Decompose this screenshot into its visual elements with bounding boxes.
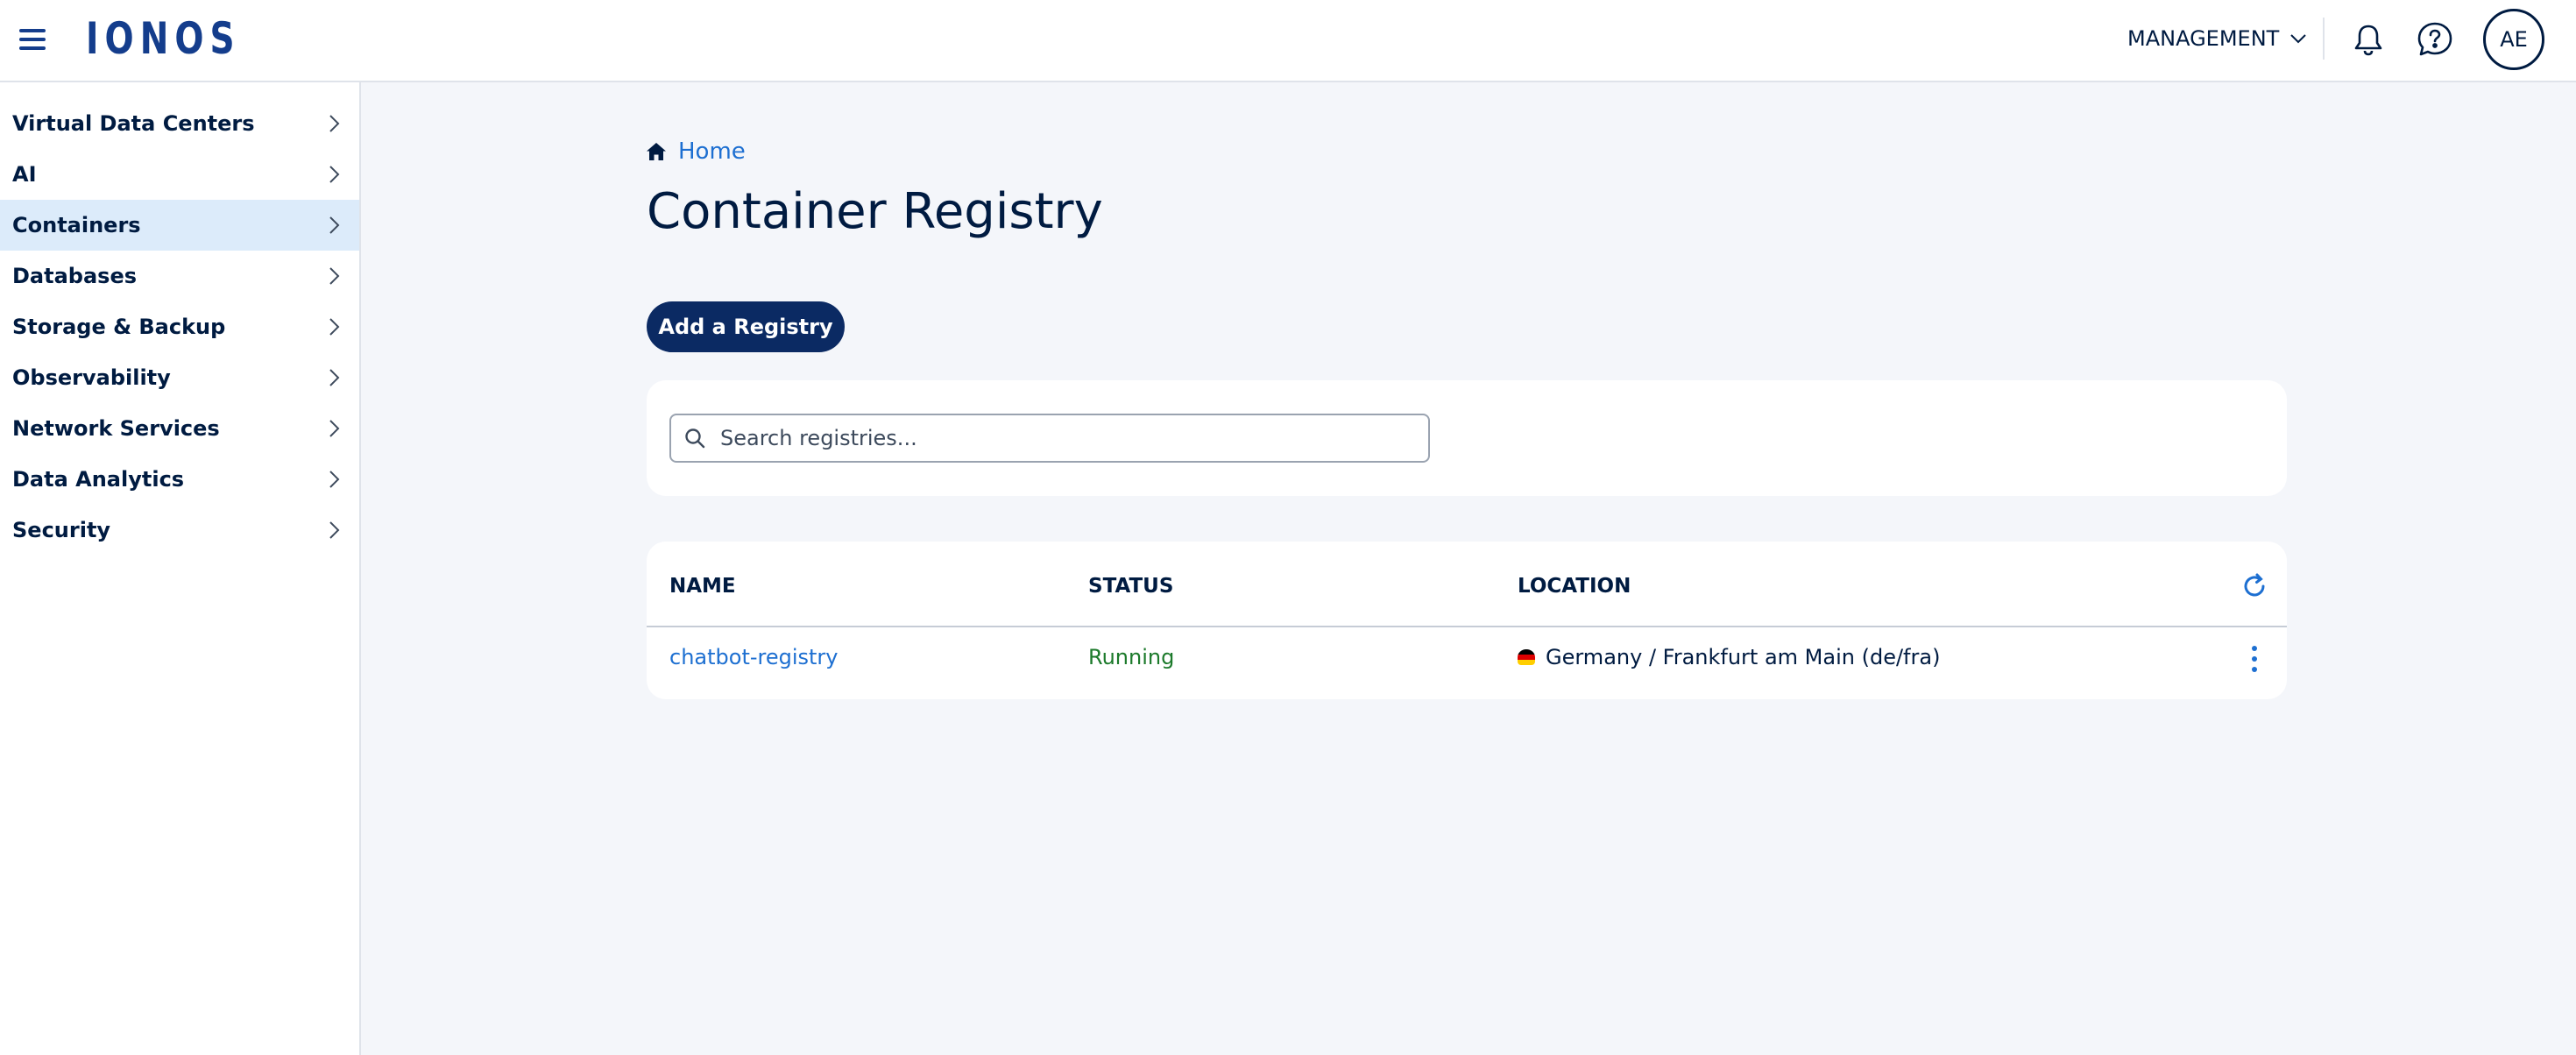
avatar[interactable]: AE bbox=[2483, 9, 2544, 70]
breadcrumb-home-link[interactable]: Home bbox=[678, 138, 746, 165]
location-cell: Germany / Frankfurt am Main (de/fra) bbox=[1518, 645, 1940, 669]
help-bubble-icon[interactable] bbox=[2415, 19, 2455, 60]
sidebar-item-ai[interactable]: AI bbox=[0, 149, 359, 200]
search-icon bbox=[685, 428, 705, 449]
search-field[interactable] bbox=[669, 414, 1430, 463]
sidebar-item-databases[interactable]: Databases bbox=[0, 251, 359, 301]
bell-icon[interactable] bbox=[2348, 19, 2388, 60]
sidebar-item-security[interactable]: Security bbox=[0, 505, 359, 556]
hamburger-icon[interactable] bbox=[19, 26, 46, 53]
registries-table: NAME STATUS LOCATION chatbot-registry Ru… bbox=[647, 542, 2287, 699]
search-input[interactable] bbox=[718, 425, 1402, 451]
add-registry-button[interactable]: Add a Registry bbox=[647, 301, 845, 352]
chevron-right-icon bbox=[329, 267, 340, 285]
chevron-right-icon bbox=[329, 521, 340, 539]
sidebar-item-label: AI bbox=[12, 162, 37, 187]
topbar-divider bbox=[2323, 18, 2325, 60]
sidebar-item-observability[interactable]: Observability bbox=[0, 352, 359, 403]
chevron-right-icon bbox=[329, 471, 340, 488]
sidebar-item-network-services[interactable]: Network Services bbox=[0, 403, 359, 454]
germany-flag-icon bbox=[1518, 649, 1535, 665]
column-header-name[interactable]: NAME bbox=[669, 575, 736, 598]
management-dropdown[interactable]: MANAGEMENT bbox=[2127, 21, 2309, 56]
sidebar: Virtual Data Centers AI Containers Datab… bbox=[0, 82, 361, 1055]
chevron-right-icon bbox=[329, 115, 340, 132]
column-header-location[interactable]: LOCATION bbox=[1518, 575, 1631, 598]
kebab-menu-icon[interactable] bbox=[2243, 643, 2266, 675]
home-icon bbox=[647, 143, 666, 160]
sidebar-item-label: Data Analytics bbox=[12, 467, 185, 492]
sidebar-item-storage-backup[interactable]: Storage & Backup bbox=[0, 301, 359, 352]
sidebar-item-label: Observability bbox=[12, 365, 171, 390]
sidebar-item-label: Containers bbox=[12, 213, 141, 237]
status-badge: Running bbox=[1088, 645, 1175, 669]
sidebar-item-containers[interactable]: Containers bbox=[0, 200, 359, 251]
chevron-right-icon bbox=[329, 216, 340, 234]
search-card bbox=[647, 380, 2287, 496]
column-header-status[interactable]: STATUS bbox=[1088, 575, 1173, 598]
registry-name-link[interactable]: chatbot-registry bbox=[669, 645, 839, 669]
top-bar: IONOS MANAGEMENT AE bbox=[0, 0, 2576, 82]
sidebar-item-label: Virtual Data Centers bbox=[12, 111, 255, 136]
breadcrumb[interactable]: Home bbox=[645, 138, 746, 165]
refresh-icon[interactable] bbox=[2240, 571, 2269, 601]
chevron-right-icon bbox=[329, 318, 340, 336]
chevron-right-icon bbox=[329, 420, 340, 437]
location-text: Germany / Frankfurt am Main (de/fra) bbox=[1546, 645, 1941, 669]
sidebar-item-virtual-data-centers[interactable]: Virtual Data Centers bbox=[0, 98, 359, 149]
chevron-down-icon bbox=[2290, 34, 2307, 44]
chevron-right-icon bbox=[329, 166, 340, 183]
page-title: Container Registry bbox=[647, 183, 1103, 240]
table-header-divider bbox=[647, 626, 2287, 627]
management-label: MANAGEMENT bbox=[2127, 26, 2280, 51]
sidebar-item-label: Storage & Backup bbox=[12, 315, 226, 339]
sidebar-item-label: Network Services bbox=[12, 416, 220, 441]
chevron-right-icon bbox=[329, 369, 340, 386]
sidebar-item-label: Security bbox=[12, 518, 111, 542]
sidebar-item-data-analytics[interactable]: Data Analytics bbox=[0, 454, 359, 505]
logo[interactable]: IONOS bbox=[86, 12, 241, 65]
sidebar-item-label: Databases bbox=[12, 264, 138, 288]
